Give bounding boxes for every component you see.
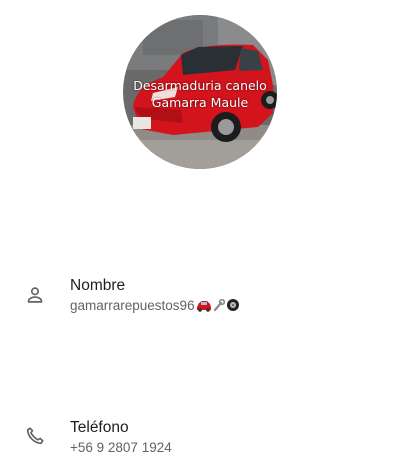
name-label: Nombre [70, 277, 126, 294]
photo-caption-line2: Gamarra Maule [151, 95, 249, 110]
name-value: gamarrarepuestos96 [70, 297, 240, 317]
profile-photo[interactable]: Desarmaduria canelo Gamarra Maule [123, 15, 277, 169]
phone-icon [24, 425, 46, 447]
person-icon [24, 284, 46, 306]
phone-row[interactable]: Teléfono +56 9 2807 1924 [0, 418, 400, 462]
contact-info-screen: Desarmaduria canelo Gamarra Maule Nombre… [0, 0, 400, 464]
phone-value[interactable]: +56 9 2807 1924 [70, 439, 172, 457]
wrench-emoji-icon [213, 298, 225, 317]
photo-caption-line1: Desarmaduria canelo [133, 78, 267, 93]
phone-label: Teléfono [70, 419, 129, 436]
name-row[interactable]: Nombre gamarrarepuestos96 [0, 276, 400, 318]
tire-emoji-icon [226, 298, 240, 317]
car-emoji-icon [196, 299, 212, 317]
name-value-text: gamarrarepuestos96 [70, 298, 195, 313]
